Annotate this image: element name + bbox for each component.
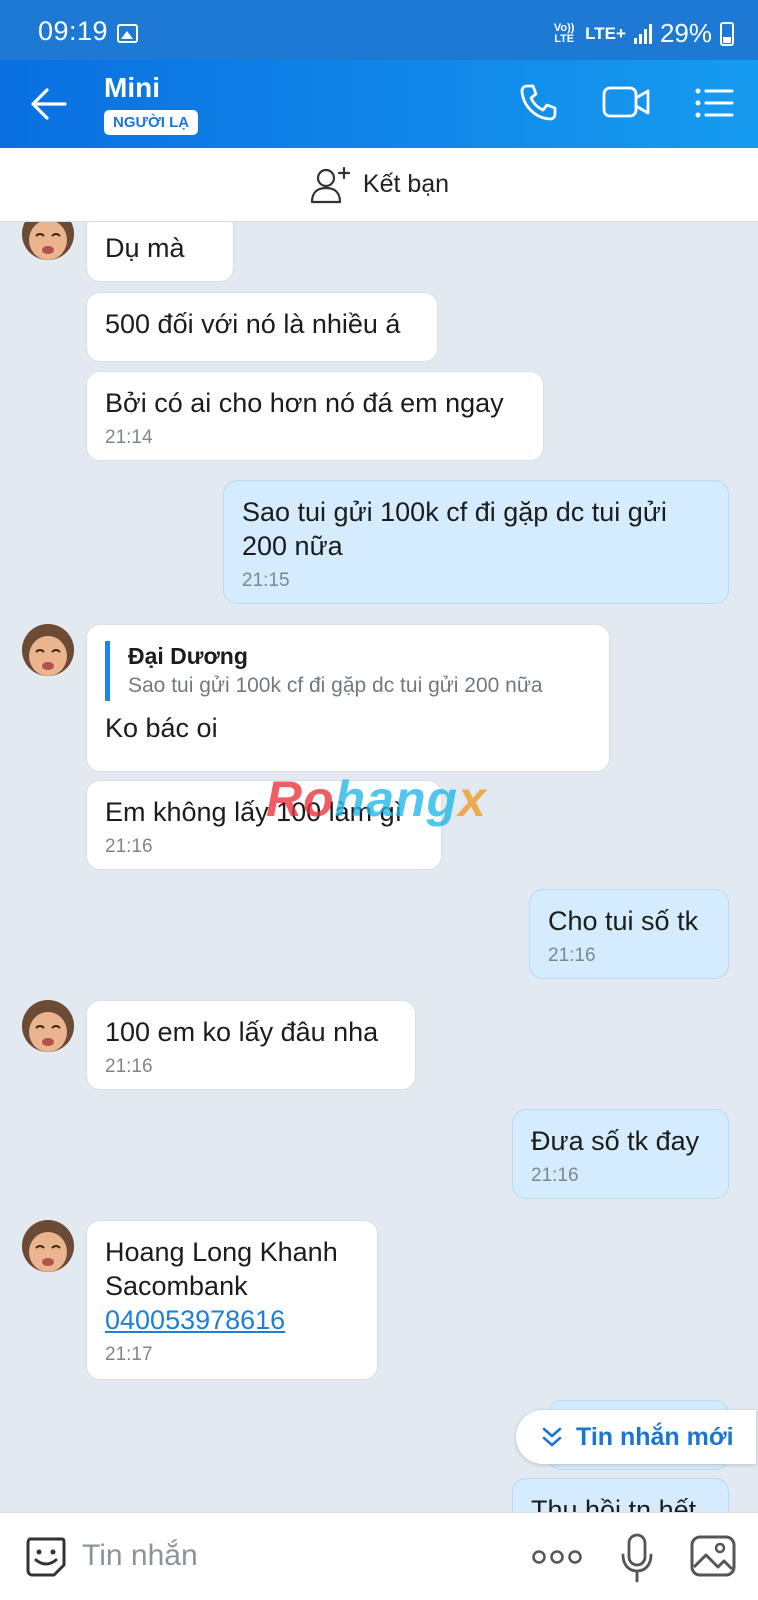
message-bubble[interactable]: Bởi có ai cho hơn nó đá em ngay 21:14: [86, 371, 544, 461]
avatar[interactable]: [22, 1220, 74, 1272]
message-text: 100 em ko lấy đâu nha: [105, 1017, 379, 1047]
my-message-bubble[interactable]: Đưa số tk đay 21:16: [512, 1109, 729, 1199]
contact-name[interactable]: Mini: [104, 72, 160, 104]
message-line: Hoang Long Khanh: [105, 1237, 338, 1267]
image-gallery-icon[interactable]: [690, 1535, 736, 1577]
new-messages-label: Tin nhắn mới: [576, 1422, 734, 1451]
message-bubble[interactable]: 500 đối với nó là nhiều á: [86, 292, 438, 362]
my-message-bubble[interactable]: Thu hồi tn hết: [512, 1478, 729, 1512]
message-text: Đưa số tk đay: [531, 1126, 700, 1156]
message-list[interactable]: Dụ mà 500 đối với nó là nhiều á Bởi có a…: [0, 222, 758, 1512]
message-time: 21:16: [105, 1056, 153, 1077]
message-text: Cho tui số tk: [548, 906, 699, 936]
battery-icon: [720, 21, 734, 46]
sticker-icon[interactable]: [24, 1535, 68, 1579]
volte-indicator: Vo)) LTE: [553, 21, 575, 45]
message-text: Thu hồi tn hết: [531, 1495, 697, 1512]
add-friend-button[interactable]: Kết bạn: [0, 148, 758, 222]
message-text: Dụ mà: [105, 233, 185, 263]
signal-icon: [633, 23, 652, 44]
message-bubble[interactable]: Dụ mà: [86, 222, 234, 282]
baby-face-icon: [22, 1000, 74, 1052]
message-input[interactable]: [82, 1533, 482, 1579]
stranger-badge: NGƯỜI LẠ: [104, 110, 199, 135]
baby-face-icon: [22, 1220, 74, 1272]
status-indicators: Vo)) LTE LTE+ 29%: [551, 18, 734, 49]
baby-face-icon: [22, 624, 74, 676]
message-time: 21:15: [242, 570, 290, 591]
message-time: 21:14: [105, 427, 153, 448]
chat-header: Mini NGƯỜI LẠ: [0, 60, 758, 148]
avatar[interactable]: [22, 624, 74, 676]
message-bubble[interactable]: Hoang Long Khanh Sacombank 040053978616 …: [86, 1220, 378, 1380]
video-call-icon[interactable]: [602, 84, 650, 120]
gallery-notification-icon: [117, 24, 138, 43]
quoted-sender: Đại Dương: [128, 643, 248, 669]
message-input-bar: [0, 1512, 758, 1600]
microphone-icon[interactable]: [620, 1533, 654, 1583]
watermark: Rohangx: [266, 771, 487, 827]
status-bar: 09:19 Vo)) LTE LTE+ 29%: [0, 0, 758, 60]
new-messages-button[interactable]: Tin nhắn mới: [516, 1410, 756, 1464]
message-text: Bởi có ai cho hơn nó đá em ngay: [105, 388, 504, 418]
message-text: Ko bác oi: [105, 713, 218, 743]
quoted-text: Sao tui gửi 100k cf đi gặp dc tui gửi 20…: [128, 674, 543, 697]
message-time: 21:16: [531, 1165, 579, 1186]
avatar[interactable]: [22, 1000, 74, 1052]
quoted-message[interactable]: Đại Dương Sao tui gửi 100k cf đi gặp dc …: [105, 641, 591, 701]
more-options-icon[interactable]: [532, 1549, 582, 1565]
double-chevron-down-icon: [542, 1427, 562, 1447]
menu-list-icon[interactable]: [694, 86, 734, 120]
battery-percent: 29%: [659, 18, 712, 48]
message-text: 500 đối với nó là nhiều á: [105, 309, 401, 339]
message-text: Sao tui gửi 100k cf đi gặp dc tui gửi 20…: [242, 497, 667, 561]
reply-message-bubble[interactable]: Đại Dương Sao tui gửi 100k cf đi gặp dc …: [86, 624, 610, 772]
add-friend-icon: [310, 166, 351, 203]
network-type: LTE+: [585, 23, 626, 43]
add-friend-label: Kết bạn: [362, 170, 450, 198]
message-time: 21:17: [105, 1344, 153, 1365]
message-time: 21:16: [548, 945, 596, 966]
message-line: Sacombank: [105, 1271, 248, 1301]
avatar[interactable]: [22, 222, 74, 260]
message-time: 21:16: [105, 836, 153, 857]
my-message-bubble[interactable]: Cho tui số tk 21:16: [529, 889, 729, 979]
account-number-link[interactable]: 040053978616: [105, 1303, 359, 1337]
my-message-bubble[interactable]: Sao tui gửi 100k cf đi gặp dc tui gửi 20…: [223, 480, 729, 604]
back-arrow-icon[interactable]: [30, 86, 68, 122]
message-bubble[interactable]: 100 em ko lấy đâu nha 21:16: [86, 1000, 416, 1090]
status-time: 09:19: [38, 16, 109, 46]
phone-icon[interactable]: [518, 82, 558, 122]
baby-face-icon: [22, 222, 74, 260]
